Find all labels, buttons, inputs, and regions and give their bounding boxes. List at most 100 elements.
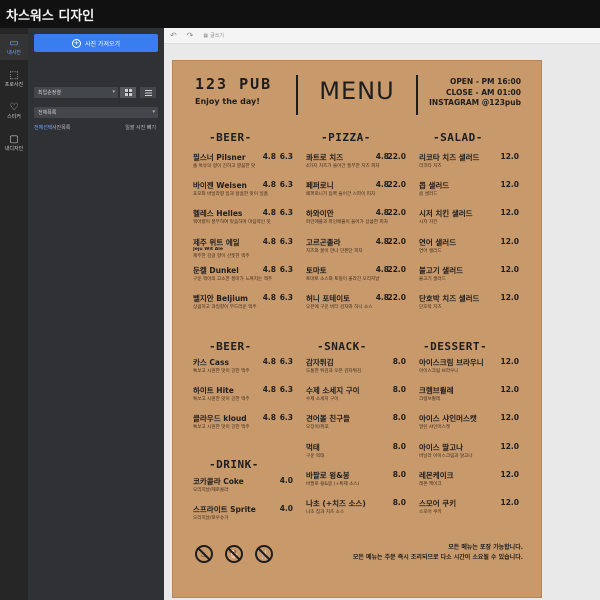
menu-item-name: 견어볼 친구들 <box>306 414 351 424</box>
tagline: Enjoy the day! <box>195 97 260 106</box>
rail-item-stickers[interactable]: ♡ 스티커 <box>0 98 28 124</box>
menu-item-desc: 도톰한 튀김과 오븐 감자튀김 <box>306 369 362 374</box>
menu-item-price: 8.0 <box>392 498 406 507</box>
rail-item-my-designs[interactable]: ▢ 내디자인 <box>0 130 28 156</box>
menu-design-canvas[interactable]: 123 PUB Enjoy the day! MENU OPEN - PM 16… <box>172 60 542 598</box>
menu-item-desc: 파인애플과 파인애플이 들어가 상큼한 피자 <box>306 220 388 226</box>
menu-item-price: 8.0 <box>392 357 406 366</box>
menu-item-name: 카스 Cass <box>193 358 229 367</box>
menu-item-price-small: 4.8 <box>262 180 276 190</box>
menu-item: 아이스크림 브라우니 아이스크림 브라우니 12.0 <box>419 357 519 379</box>
menu-item-price-small: 4.8 <box>262 208 276 218</box>
photo-panel: + 사진 가져오기 최입순정렬 ▾ 전체목록 ▾ 전체선택 사진목록 일괄 사진… <box>28 28 164 600</box>
menu-item-price: 8.0 <box>392 441 406 451</box>
menu-item: 스모어 쿠키 스모어 쿠키 12.0 <box>419 498 519 520</box>
menu-item: 바이젠 Weisen 효모와 바닐라향 등과 달콤한 맛이 일품 4.8 6.3 <box>193 180 293 202</box>
app-title: 차스워스 디자인 <box>6 8 95 24</box>
photo-icon: ▭ <box>9 38 19 49</box>
list-view-button[interactable] <box>140 87 156 98</box>
menu-item-desc: 연어 샐러드 <box>419 248 442 254</box>
menu-item-price: 6.3 <box>279 180 293 190</box>
text-tool-button[interactable]: ▦ 글쓰기 <box>203 32 224 40</box>
menu-item-name: 리코타 치즈 샐러드 <box>419 153 480 162</box>
filter-select[interactable]: 전체목록 ▾ <box>34 107 158 118</box>
menu-item-price: 4.0 <box>279 504 293 514</box>
menu-item-desc: 톡쏘고 시원한 맛이 강한 맥주 <box>193 369 250 374</box>
menu-item-name: 단호박 치즈 샐러드 <box>419 294 480 303</box>
menu-item-desc: 나초 칩과 치즈 소스 <box>306 510 345 515</box>
section-beer-bottle: -BEER- <box>209 340 252 353</box>
menu-item-desc: 상큼하고 과일향이 부드러운 맥주 <box>193 305 257 310</box>
menu-item-name: 클라우드 kloud <box>193 414 247 424</box>
icon-rail: ▭ 내사진 ⬚ 프로사진 ♡ 스티커 ▢ 내디자인 <box>0 28 28 600</box>
rail-item-my-photos[interactable]: ▭ 내사진 <box>0 34 28 60</box>
menu-item-desc: 바닐라 아이스크림과 달고나 <box>419 453 473 459</box>
menu-item-name: 코카콜라 Coke <box>193 477 244 486</box>
menu-item-desc: 단호박 치즈 <box>419 305 442 310</box>
section-salad: -SALAD- <box>433 131 483 144</box>
menu-item-name: 페퍼로니 <box>306 181 334 191</box>
menu-item-desc: 구운 맥아의 고소한 풍미가 느껴지는 맥주 <box>193 276 273 282</box>
photo-list-label: 사진목록 <box>52 125 71 131</box>
menu-item: 허니 포테이토 오븐에 구운 버터 감자와 허니 소스 4.8 22.0 <box>306 293 406 315</box>
menu-item-price: 6.3 <box>279 385 293 395</box>
editor-toolbar: ↶ ↷ ▦ 글쓰기 <box>164 28 600 44</box>
menu-item: 감자튀김도톰한 튀김과 오븐 감자튀김 8.0 <box>306 357 406 379</box>
undo-icon[interactable]: ↶ <box>170 31 177 40</box>
menu-item: 수제 소세지 구이 수제 소세지 구이 8.0 <box>306 385 406 407</box>
menu-item-name: 시저 치킨 샐러드 <box>419 209 473 219</box>
menu-item: 견어볼 친구들 오징어/쥐포 8.0 <box>306 413 406 435</box>
menu-item: 코카콜라 Coke 오리지날/제로콜라 4.0 <box>193 476 293 498</box>
menu-item: 벨지안 Beljium 상큼하고 과일향이 부드러운 맥주 4.8 6.3 <box>193 293 293 315</box>
menu-item: 페퍼로니 페퍼로니가 듬뿍 들어간 스파이 피자 4.8 22.0 <box>306 180 406 202</box>
menu-item-name: 헬레스 Helles <box>193 209 243 219</box>
list-icon <box>144 89 152 96</box>
rail-item-pro-photos[interactable]: ⬚ 프로사진 <box>0 66 28 92</box>
menu-item-name: 감자튀김 <box>306 358 334 367</box>
menu-item: 고르곤졸라 치즈와 꿀이 만나 단짠단 피자 4.8 22.0 <box>306 237 406 259</box>
menu-item-price: 22.0 <box>387 293 406 302</box>
menu-item-price: 12.0 <box>500 208 519 218</box>
menu-item-price: 12.0 <box>500 357 519 366</box>
app-brand[interactable]: 차스워스 디자인 <box>6 5 94 24</box>
menu-item-desc: 제주한 감귤 향이 산뜻한 맥주 <box>193 253 250 259</box>
filter-value: 전체목록 <box>38 110 57 116</box>
menu-item: 단호박 치즈 샐러드 단호박 치즈 12.0 <box>419 293 519 315</box>
import-photos-button[interactable]: + 사진 가져오기 <box>34 34 158 52</box>
menu-item-name: 벨지안 Beljium <box>193 294 248 303</box>
grid-view-button[interactable] <box>120 87 136 98</box>
menu-item-price-small: 4.8 <box>262 413 276 423</box>
sort-select[interactable]: 최입순정렬 ▾ <box>34 87 118 98</box>
menu-item: 아이스 딸고나 바닐라 아이스크림과 달고나 12.0 <box>419 442 519 464</box>
menu-item-desc: 리코타 치즈 <box>419 164 442 169</box>
menu-item-desc: 치즈와 꿀이 만나 단짠단 피자 <box>306 248 363 254</box>
menu-item-price-small: 4.8 <box>262 385 276 395</box>
rail-label: 내사진 <box>7 50 21 56</box>
menu-item-name: 허니 포테이토 <box>306 294 351 303</box>
footer-line: 모든 메뉴는 포장 가능합니다. <box>448 544 523 551</box>
rail-label: 내디자인 <box>4 146 24 152</box>
menu-item-price: 22.0 <box>387 208 406 218</box>
menu-item-price: 6.3 <box>279 357 293 366</box>
menu-item: 콰트로 치즈 4가지 치즈가 들어간 풍부한 치즈 피자 4.8 22.0 <box>306 152 406 174</box>
menu-item: 클라우드 kloud 톡쏘고 시원한 맛이 강한 맥주 4.8 6.3 <box>193 413 293 435</box>
menu-item-name: 아이스 샤인머스캣 <box>419 414 477 424</box>
menu-item-name: 하이트 Hite <box>193 386 234 396</box>
menu-title: MENU <box>319 77 395 105</box>
remove-all-photos-link[interactable]: 일괄 사진 빼기 <box>125 124 156 131</box>
select-all-link[interactable]: 전체선택 <box>34 124 52 131</box>
menu-item-price: 22.0 <box>387 236 406 246</box>
redo-icon[interactable]: ↷ <box>187 31 194 40</box>
menu-item: 바팔로 윙&봉 바팔로 윙&봉 (+특제 소스) 8.0 <box>306 470 406 492</box>
menu-item: 아이스 샤인머스캣 얼린 샤인머스캣 12.0 <box>419 413 519 435</box>
menu-item-price: 6.3 <box>279 208 293 218</box>
footer-note: 모든 메뉴는 포장 가능합니다. 모든 메뉴는 주문 즉시 조리되므로 다소 시… <box>353 543 523 563</box>
menu-item-price: 12.0 <box>500 236 519 246</box>
import-photos-label: 사진 가져오기 <box>84 40 121 48</box>
menu-item-desc: 아이스크림 브라우니 <box>419 369 459 374</box>
editor-area: ↶ ↷ ▦ 글쓰기 123 PUB Enjoy the day! MENU OP… <box>164 28 600 600</box>
menu-item: 나초 (+치즈 소스) 나초 칩과 치즈 소스 8.0 <box>306 498 406 520</box>
menu-item-price: 12.0 <box>500 469 519 479</box>
menu-item-name: 연어 샐러드 <box>419 237 457 247</box>
chevron-down-icon: ▾ <box>112 89 115 95</box>
